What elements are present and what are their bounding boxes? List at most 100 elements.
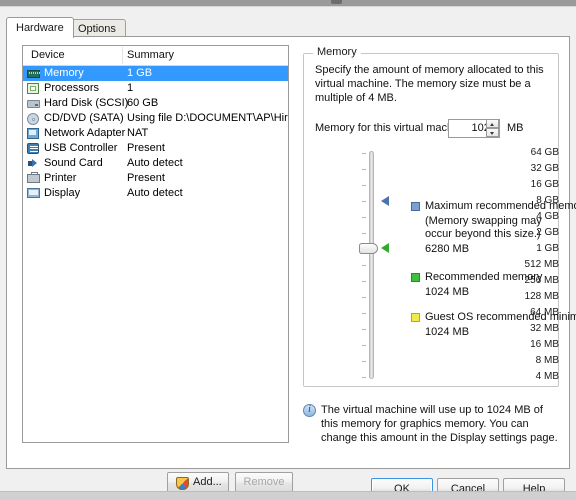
device-name: Memory (44, 67, 84, 79)
device-row-hard-disk[interactable]: Hard Disk (SCSI) 60 GB (23, 96, 288, 111)
device-summary: 1 GB (127, 67, 153, 79)
tab-options[interactable]: Options (68, 19, 126, 37)
memory-spinner[interactable] (486, 119, 499, 138)
scale-tick (362, 185, 366, 186)
device-name: Network Adapter (44, 127, 126, 139)
scale-tick (362, 265, 366, 266)
hard-disk-icon (27, 97, 40, 110)
device-row-usb-controller[interactable]: USB Controller Present (23, 141, 288, 156)
current-value-marker (381, 243, 389, 253)
graphics-memory-note-text: The virtual machine will use up to 1024 … (321, 404, 558, 444)
spinner-down-button[interactable] (486, 128, 499, 137)
sound-card-icon (27, 157, 40, 170)
scale-tick (362, 361, 366, 362)
legend-value: 1024 MB (425, 326, 470, 338)
maximum-recommended-marker (381, 196, 389, 206)
scale-tick (362, 169, 366, 170)
legend-value: 1024 MB (425, 286, 470, 298)
legend-swatch-yellow-icon (411, 313, 420, 322)
chevron-up-icon (490, 123, 494, 126)
device-row-memory[interactable]: Memory 1 GB (23, 66, 288, 81)
device-name: Processors (44, 82, 100, 94)
spinner-up-button[interactable] (486, 119, 499, 128)
device-summary: Auto detect (127, 187, 183, 199)
device-name: Sound Card (44, 157, 103, 169)
scale-tick (362, 281, 366, 282)
device-row-cd-dvd[interactable]: CD/DVD (SATA) Using file D:\DOCUMENT\AP\… (23, 111, 288, 126)
scale-tick (362, 233, 366, 234)
scale-label: 512 MB (524, 259, 559, 270)
memory-slider-track[interactable] (369, 151, 374, 379)
device-row-processors[interactable]: Processors 1 (23, 81, 288, 96)
column-header-summary: Summary (127, 49, 175, 61)
scale-label: 128 MB (524, 291, 559, 302)
scale-label: 32 GB (530, 163, 559, 174)
tab-strip: Hardware Options (6, 17, 570, 38)
cd-dvd-icon (27, 112, 40, 125)
scale-tick (362, 377, 366, 378)
scale-tick (362, 313, 366, 314)
column-separator (122, 47, 123, 64)
memory-group-title: Memory (313, 46, 361, 58)
remove-button: Remove (235, 472, 293, 493)
device-summary: 60 GB (127, 97, 159, 109)
printer-icon (27, 172, 40, 185)
device-name: USB Controller (44, 142, 118, 154)
window-bottom-edge (0, 491, 576, 500)
memory-unit-label: MB (507, 122, 524, 134)
legend-value: 6280 MB (425, 243, 470, 255)
scale-label: 8 MB (535, 355, 559, 366)
device-name: Hard Disk (SCSI) (44, 97, 129, 109)
legend-swatch-blue-icon (411, 202, 420, 211)
device-name: Printer (44, 172, 77, 184)
device-summary: Present (127, 142, 165, 154)
scale-tick (362, 217, 366, 218)
processor-icon (27, 82, 40, 95)
memory-description: Specify the amount of memory allocated t… (315, 64, 544, 104)
device-row-sound-card[interactable]: Sound Card Auto detect (23, 156, 288, 171)
legend-swatch-green-icon (411, 273, 420, 282)
scale-label: 64 GB (530, 147, 559, 158)
device-row-network-adapter[interactable]: Network Adapter NAT (23, 126, 288, 141)
legend-note: (Memory swapping may occur beyond this s… (425, 215, 542, 240)
device-summary: NAT (127, 127, 149, 139)
legend-title: Maximum recommended memory (425, 200, 576, 212)
scale-tick (362, 201, 366, 202)
info-icon (303, 404, 316, 417)
scale-label: 32 MB (530, 323, 559, 334)
device-summary: Using file D:\DOCUMENT\AP\Hiren\Hi... (127, 112, 288, 124)
scale-label: 16 GB (530, 179, 559, 190)
device-summary: Present (127, 172, 165, 184)
usb-controller-icon (27, 142, 40, 155)
vm-settings-window: Hardware Options Device Summary Memory 1… (0, 0, 576, 500)
scale-label: 1 GB (536, 243, 559, 254)
tab-hardware[interactable]: Hardware (6, 17, 74, 38)
scale-tick (362, 297, 366, 298)
device-summary: Auto detect (127, 157, 183, 169)
chevron-down-icon (490, 132, 494, 135)
device-row-display[interactable]: Display Auto detect (23, 186, 288, 201)
scale-label: 16 MB (530, 339, 559, 350)
device-row-printer[interactable]: Printer Present (23, 171, 288, 186)
title-bar (0, 0, 576, 7)
hardware-page-panel: Device Summary Memory 1 GB Processors 1 … (6, 36, 576, 493)
scale-label: 4 MB (535, 371, 559, 382)
add-button[interactable]: Add... (167, 472, 229, 493)
device-list-header: Device Summary (23, 46, 288, 66)
scale-tick (362, 153, 366, 154)
device-summary: 1 (127, 82, 134, 94)
device-name: CD/DVD (SATA) (44, 112, 124, 124)
memory-slider-scale: 64 GB 32 GB 16 GB 8 GB 4 GB 2 GB 1 GB 51… (303, 147, 559, 387)
memory-icon (27, 67, 40, 80)
shield-icon (176, 477, 189, 490)
scale-tick (362, 345, 366, 346)
title-bar-nub (331, 0, 342, 4)
client-area: Hardware Options Device Summary Memory 1… (0, 8, 576, 500)
device-name: Display (44, 187, 81, 199)
network-adapter-icon (27, 127, 40, 140)
device-list[interactable]: Device Summary Memory 1 GB Processors 1 … (22, 45, 289, 443)
legend-title: Recommended memory (425, 271, 543, 283)
memory-slider-thumb[interactable] (359, 243, 378, 254)
add-button-label: Add... (193, 476, 222, 488)
scale-tick (362, 329, 366, 330)
